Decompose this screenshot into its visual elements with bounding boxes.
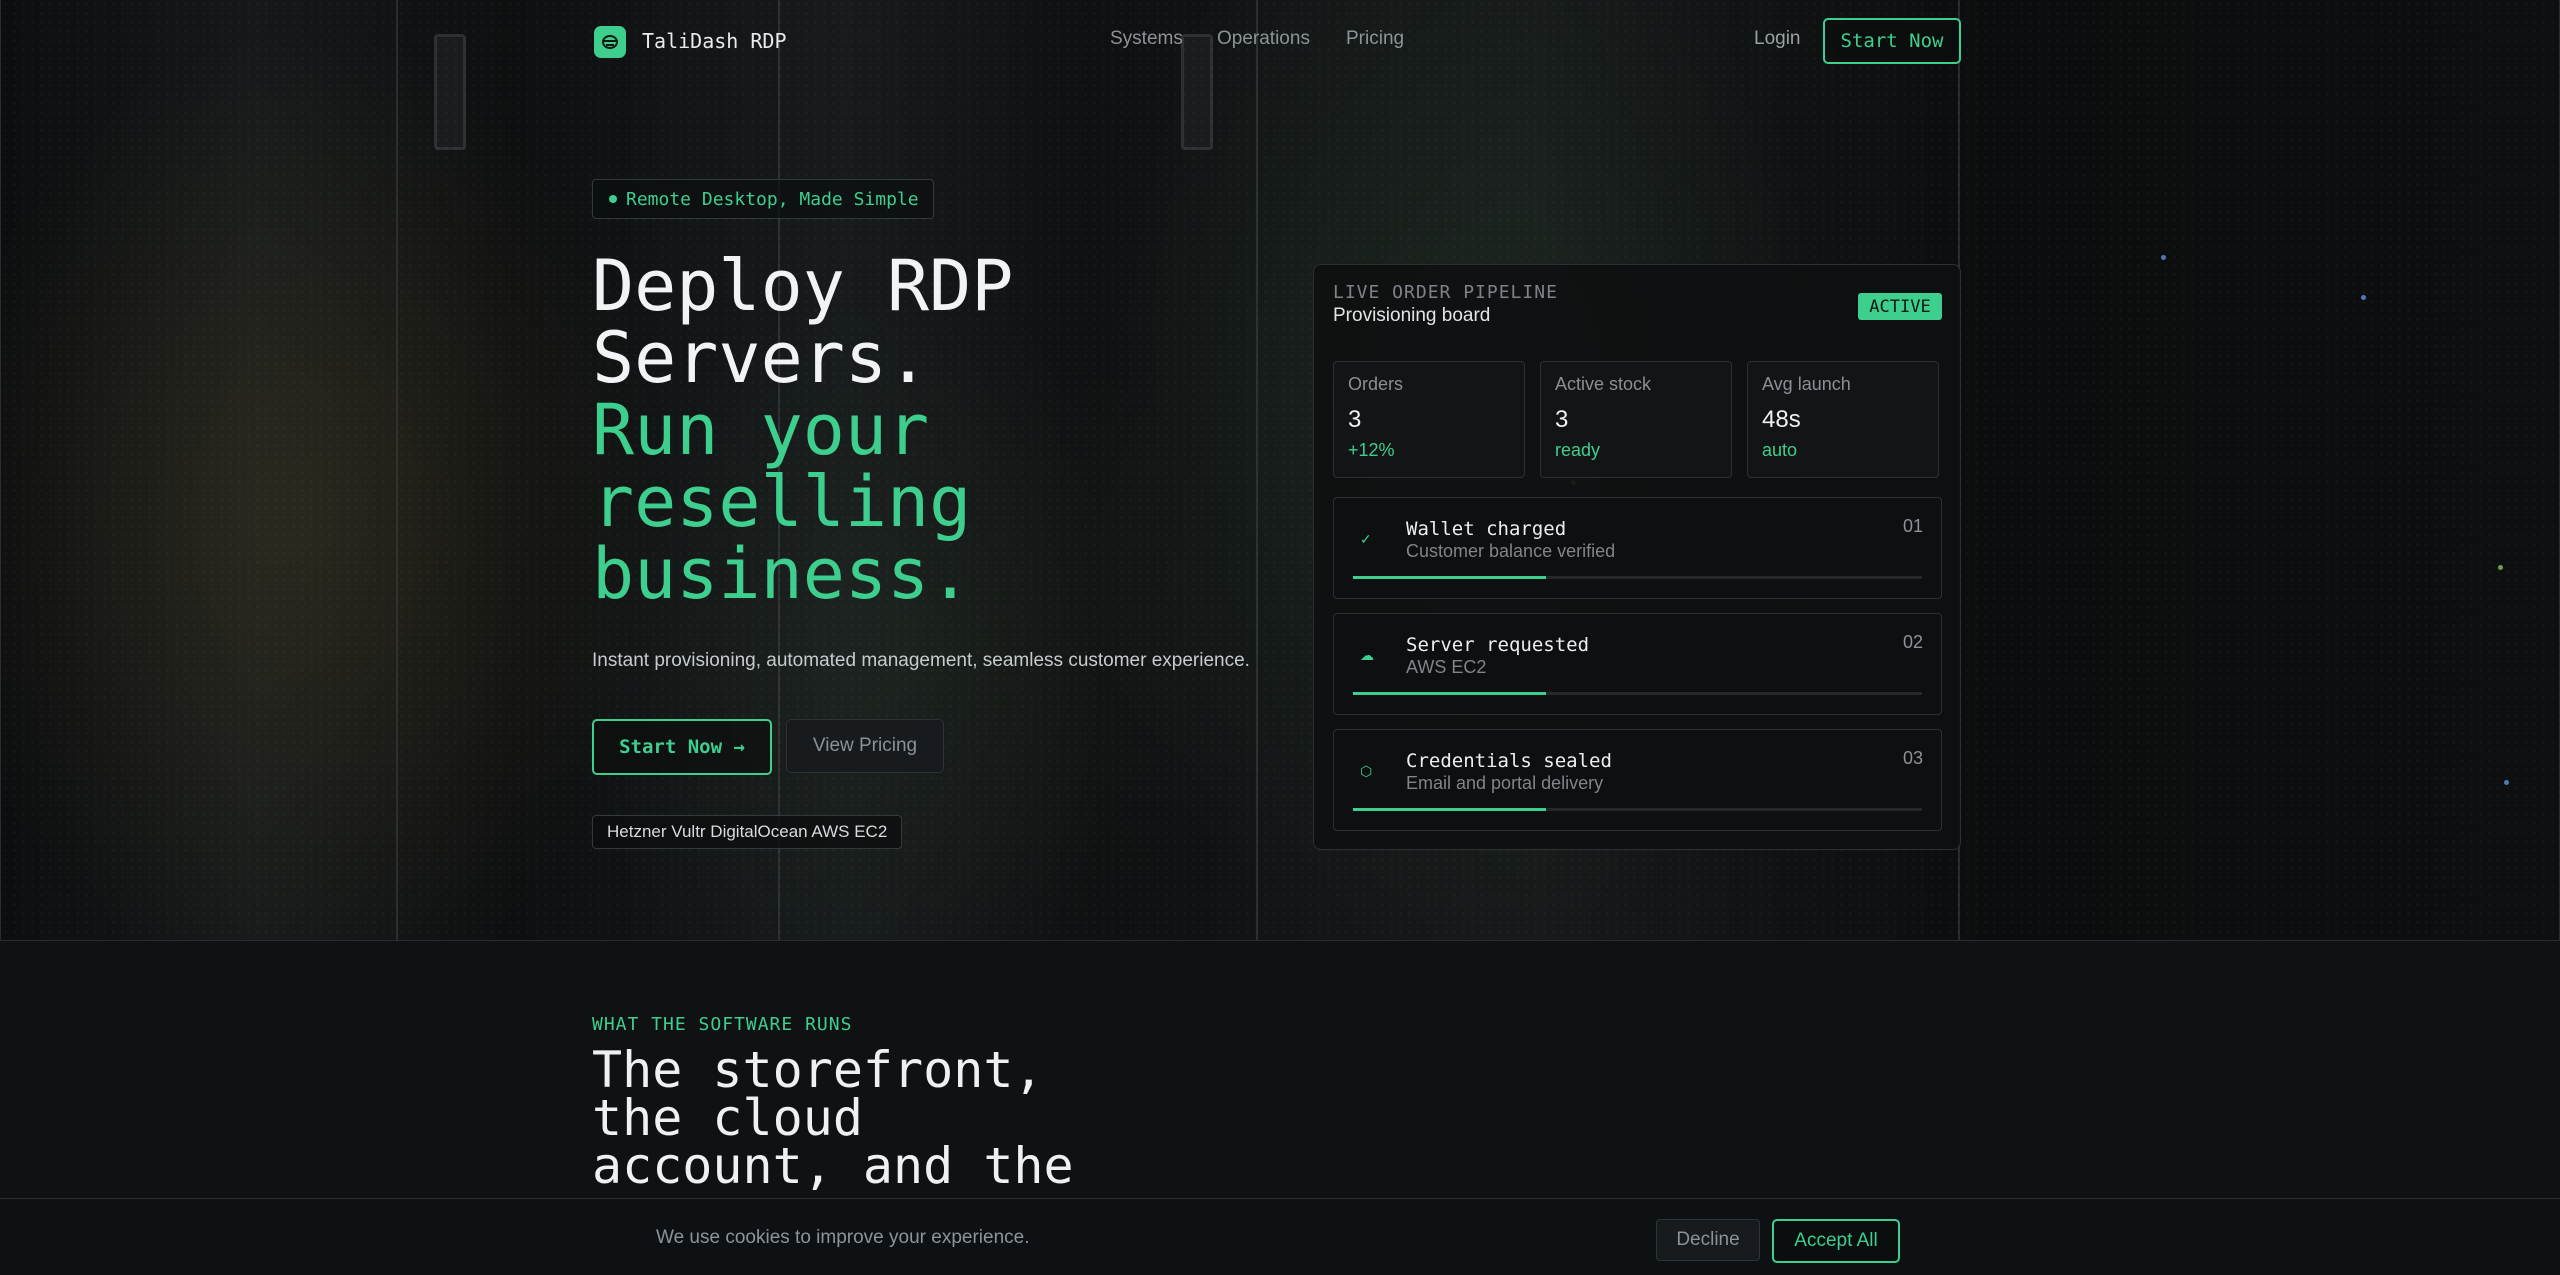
step-progress-fill — [1353, 808, 1547, 811]
decline-cookies-button[interactable]: Decline — [1656, 1219, 1760, 1261]
hexagon-icon: ⬡ — [1360, 763, 1373, 779]
cookie-message: We use cookies to improve your experienc… — [656, 1227, 1030, 1248]
hero-headline: Deploy RDP Servers. Run your reselling b… — [592, 250, 1013, 610]
section-title-line: the cloud — [592, 1089, 863, 1147]
brand-name[interactable]: TaliDash RDP — [642, 29, 787, 53]
section-eyebrow: WHAT THE SOFTWARE RUNS — [592, 1014, 853, 1035]
pipeline-title: Provisioning board — [1333, 305, 1491, 326]
step-number: 03 — [1902, 748, 1923, 768]
stat-value: 48s — [1762, 406, 1801, 433]
stat-value: 3 — [1348, 406, 1362, 433]
server-led — [2161, 255, 2166, 260]
step-progress-fill — [1353, 692, 1547, 695]
stat-label: Avg launch — [1762, 374, 1851, 394]
order-pipeline-card: LIVE ORDER PIPELINE Provisioning board A… — [1313, 264, 1961, 850]
step-title: Server requested — [1406, 634, 1590, 656]
section-title-line: account, and the — [592, 1137, 1074, 1195]
step-progress-track — [1353, 576, 1922, 579]
hero-start-now-button[interactable]: Start Now → — [592, 719, 772, 775]
headline-line-accent: Run your — [592, 389, 930, 471]
nav-link-pricing[interactable]: Pricing — [1346, 28, 1404, 50]
status-dot-icon — [609, 195, 617, 203]
step-title: Wallet charged — [1406, 518, 1567, 540]
hero-badge-text: Remote Desktop, Made Simple — [626, 188, 919, 210]
stat-card-active-stock: Active stock 3 ready — [1540, 361, 1732, 478]
brand-logo-icon[interactable] — [594, 26, 626, 58]
headline-line-accent: reselling — [592, 461, 972, 543]
provider-list: Hetzner Vultr DigitalOcean AWS EC2 — [592, 815, 903, 849]
status-badge: ACTIVE — [1858, 293, 1942, 320]
step-progress-track — [1353, 692, 1922, 695]
hero-badge: Remote Desktop, Made Simple — [592, 179, 934, 219]
pipeline-step: ☁ Server requested AWS EC2 02 — [1333, 613, 1942, 715]
headline-line: Deploy RDP — [592, 245, 1014, 327]
nav-start-now-button[interactable]: Start Now — [1823, 18, 1961, 64]
stat-label: Orders — [1348, 374, 1404, 394]
hero-background — [0, 0, 2560, 941]
pipeline-step: ⬡ Credentials sealed Email and portal de… — [1333, 729, 1942, 831]
stat-delta: +12% — [1348, 440, 1395, 460]
headline-line-accent: business. — [592, 533, 972, 615]
check-icon: ✓ — [1360, 531, 1372, 547]
step-description: Customer balance verified — [1406, 541, 1616, 561]
rack-mesh-texture — [1, 0, 2559, 940]
login-link[interactable]: Login — [1754, 28, 1801, 50]
headline-line: Servers. — [592, 317, 930, 399]
shield-icon — [602, 35, 618, 49]
step-number: 01 — [1902, 516, 1923, 536]
section-title-line: The storefront, — [592, 1041, 1044, 1099]
section-title: The storefront, the cloud account, and t… — [592, 1041, 1152, 1195]
accept-cookies-button[interactable]: Accept All — [1772, 1219, 1900, 1263]
server-led — [2498, 565, 2503, 570]
view-pricing-button[interactable]: View Pricing — [786, 719, 944, 773]
step-description: Email and portal delivery — [1406, 773, 1604, 793]
stat-label: Active stock — [1555, 374, 1652, 394]
stat-delta: ready — [1555, 440, 1601, 460]
server-led — [2361, 295, 2366, 300]
stat-value: 3 — [1555, 406, 1569, 433]
cloud-icon: ☁ — [1360, 647, 1374, 663]
nav-link-systems[interactable]: Systems — [1110, 28, 1183, 50]
pipeline-label: LIVE ORDER PIPELINE — [1333, 282, 1558, 303]
step-progress-fill — [1353, 576, 1547, 579]
cookie-banner: We use cookies to improve your experienc… — [0, 1198, 2560, 1275]
stat-card-avg-launch: Avg launch 48s auto — [1747, 361, 1939, 478]
pipeline-step: ✓ Wallet charged Customer balance verifi… — [1333, 497, 1942, 599]
stat-card-orders: Orders 3 +12% — [1333, 361, 1525, 478]
nav-link-operations[interactable]: Operations — [1217, 28, 1310, 50]
step-title: Credentials sealed — [1406, 750, 1612, 772]
server-led — [2504, 780, 2509, 785]
step-number: 02 — [1902, 632, 1923, 652]
stat-delta: auto — [1762, 440, 1798, 460]
step-progress-track — [1353, 808, 1922, 811]
step-description: AWS EC2 — [1406, 657, 1487, 677]
hero-subtitle: Instant provisioning, automated manageme… — [592, 650, 1250, 671]
